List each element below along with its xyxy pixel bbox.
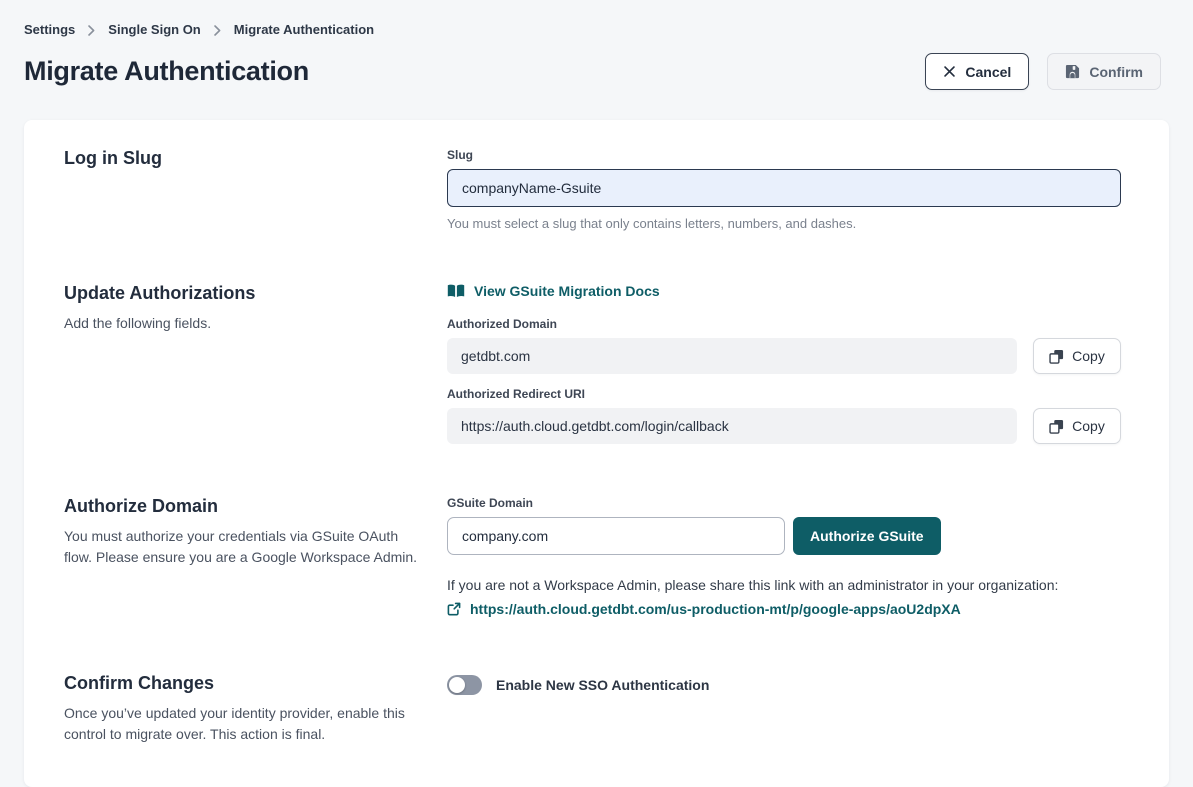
authorized-domain-label: Authorized Domain — [447, 317, 1121, 331]
header-actions: Cancel Confirm — [925, 53, 1161, 90]
top-bar: Settings Single Sign On Migrate Authenti… — [0, 0, 1193, 90]
copy-icon — [1049, 349, 1064, 364]
gsuite-domain-input[interactable] — [447, 517, 785, 555]
section-title: Authorize Domain — [64, 496, 423, 517]
breadcrumb-settings[interactable]: Settings — [24, 22, 75, 37]
section-description: Add the following fields. — [64, 313, 423, 334]
close-icon — [943, 65, 956, 78]
gsuite-migration-docs-link[interactable]: View GSuite Migration Docs — [447, 283, 660, 299]
confirm-button-label: Confirm — [1089, 64, 1143, 80]
page-title: Migrate Authentication — [24, 56, 309, 87]
section-description: Once you’ve updated your identity provid… — [64, 703, 423, 745]
enable-sso-toggle-label: Enable New SSO Authentication — [496, 677, 709, 693]
admin-share-link-url: https://auth.cloud.getdbt.com/us-product… — [470, 601, 961, 617]
section-description: You must authorize your credentials via … — [64, 526, 423, 568]
authorized-domain-group: Authorized Domain getdbt.com Copy — [447, 317, 1121, 374]
settings-card: Log in Slug Slug You must select a slug … — [24, 120, 1169, 787]
cancel-button[interactable]: Cancel — [925, 53, 1029, 90]
authorize-gsuite-button[interactable]: Authorize GSuite — [793, 517, 941, 555]
section-login-slug: Log in Slug Slug You must select a slug … — [64, 148, 1121, 231]
chevron-right-icon — [88, 25, 95, 36]
enable-sso-toggle[interactable] — [447, 675, 482, 695]
copy-button-label: Copy — [1072, 418, 1105, 434]
section-confirm-changes: Confirm Changes Once you’ve updated your… — [64, 673, 1121, 745]
section-authorize-domain: Authorize Domain You must authorize your… — [64, 496, 1121, 621]
copy-button-label: Copy — [1072, 348, 1105, 364]
breadcrumb-single-sign-on[interactable]: Single Sign On — [108, 22, 200, 37]
page-header: Migrate Authentication Cancel Confirm — [24, 53, 1161, 90]
authorized-redirect-uri-group: Authorized Redirect URI https://auth.clo… — [447, 387, 1121, 444]
slug-label: Slug — [447, 148, 1121, 162]
section-title: Log in Slug — [64, 148, 423, 169]
section-update-authorizations: Update Authorizations Add the following … — [64, 283, 1121, 444]
chevron-right-icon — [214, 25, 221, 36]
authorized-redirect-uri-value: https://auth.cloud.getdbt.com/login/call… — [447, 408, 1017, 444]
confirm-button[interactable]: Confirm — [1047, 53, 1161, 90]
section-title: Update Authorizations — [64, 283, 423, 304]
workspace-admin-note: If you are not a Workspace Admin, please… — [447, 577, 1121, 593]
save-icon — [1065, 64, 1080, 79]
breadcrumb-current: Migrate Authentication — [234, 22, 374, 37]
gsuite-domain-label: GSuite Domain — [447, 496, 1121, 510]
toggle-knob — [449, 677, 465, 693]
external-link-icon — [447, 602, 461, 616]
copy-authorized-domain-button[interactable]: Copy — [1033, 338, 1121, 374]
copy-redirect-uri-button[interactable]: Copy — [1033, 408, 1121, 444]
section-title: Confirm Changes — [64, 673, 423, 694]
authorized-domain-value: getdbt.com — [447, 338, 1017, 374]
copy-icon — [1049, 419, 1064, 434]
book-icon — [447, 284, 465, 298]
authorized-redirect-uri-label: Authorized Redirect URI — [447, 387, 1121, 401]
gsuite-migration-docs-label: View GSuite Migration Docs — [474, 283, 660, 299]
cancel-button-label: Cancel — [965, 64, 1011, 80]
breadcrumb: Settings Single Sign On Migrate Authenti… — [24, 22, 1161, 37]
enable-sso-toggle-row: Enable New SSO Authentication — [447, 675, 1121, 695]
slug-input[interactable] — [447, 169, 1121, 207]
slug-helper-text: You must select a slug that only contain… — [447, 216, 1121, 231]
admin-share-link[interactable]: https://auth.cloud.getdbt.com/us-product… — [447, 601, 961, 617]
